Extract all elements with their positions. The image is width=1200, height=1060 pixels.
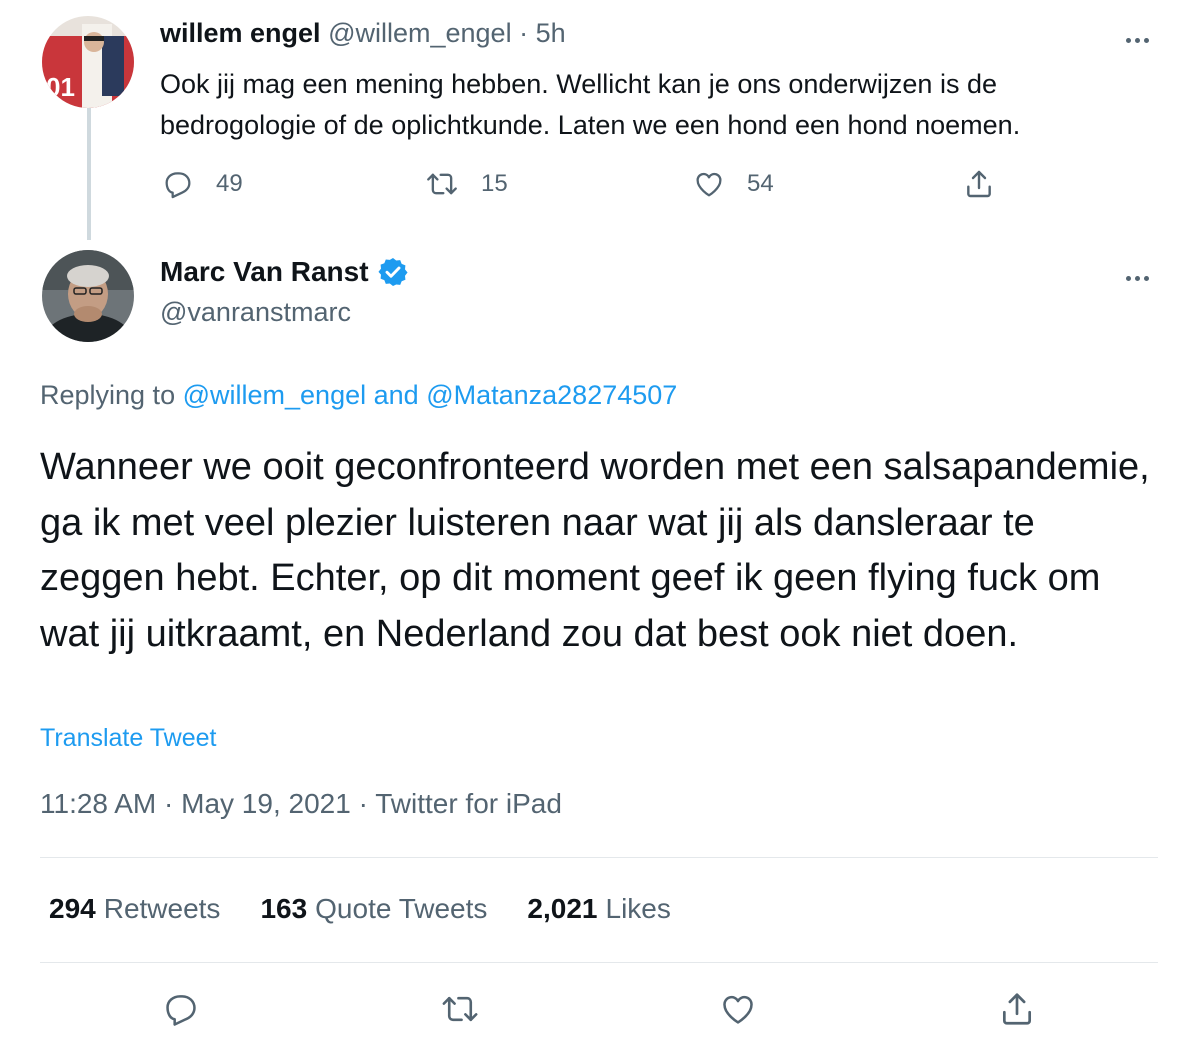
retweets-label: Retweets [103, 893, 221, 924]
main-reply-button[interactable] [162, 990, 200, 1028]
translate-tweet-link[interactable]: Translate Tweet [40, 724, 216, 753]
main-author-handle[interactable]: @vanranstmarc [160, 297, 351, 328]
parent-like-count: 54 [747, 170, 774, 197]
reply-icon [165, 172, 191, 199]
quotes-label: Quote Tweets [315, 893, 488, 924]
tweet-source[interactable]: Twitter for iPad [375, 788, 562, 819]
parent-tweet-text: Ook jij mag een mening hebben. Wellicht … [160, 69, 1021, 140]
replying-and: and [373, 380, 419, 410]
main-like-button[interactable] [719, 990, 757, 1028]
retweet-icon [442, 996, 478, 1022]
like-icon [696, 172, 722, 197]
parent-avatar[interactable]: 01 [42, 16, 134, 108]
parent-author-name[interactable]: willem engel [160, 18, 321, 48]
retweets-stat[interactable]: 294 Retweets [49, 893, 220, 925]
meta-separator: · [358, 788, 368, 819]
main-retweet-button[interactable] [440, 990, 480, 1028]
thread-line [87, 108, 91, 240]
retweet-icon [427, 173, 457, 195]
parent-separator: · [519, 18, 529, 48]
reply-icon [166, 995, 196, 1026]
share-icon [967, 170, 991, 198]
likes-label: Likes [605, 893, 671, 924]
parent-like-button[interactable]: 54 [693, 168, 774, 200]
parent-reply-count: 49 [216, 170, 243, 197]
divider-bottom [40, 962, 1158, 963]
meta-separator: · [164, 788, 174, 819]
divider-top [40, 857, 1158, 858]
replying-prefix: Replying to [40, 380, 176, 410]
parent-author-line: willem engel @willem_engel · 5h [160, 18, 566, 49]
parent-reply-button[interactable]: 49 [162, 168, 243, 200]
svg-text:01: 01 [46, 72, 75, 102]
main-tweet-text: Wanneer we ooit geconfronteerd worden me… [40, 446, 1150, 655]
replying-user-2[interactable]: @Matanza28274507 [426, 380, 677, 410]
likes-count: 2,021 [527, 893, 598, 924]
parent-more-icon[interactable] [1126, 30, 1166, 50]
like-icon [723, 995, 753, 1024]
share-icon [1002, 993, 1032, 1025]
engagement-stats: 294 Retweets 163 Quote Tweets 2,021 Likes [49, 893, 671, 925]
parent-time[interactable]: 5h [536, 18, 566, 48]
parent-author-handle[interactable]: @willem_engel [328, 18, 512, 48]
main-author-line: Marc Van Ranst [160, 256, 409, 288]
quote-tweets-stat[interactable]: 163 Quote Tweets [260, 893, 487, 925]
tweet-meta: 11:28 AM · May 19, 2021 · Twitter for iP… [40, 788, 562, 820]
parent-retweet-button[interactable]: 15 [425, 168, 508, 200]
replying-to: Replying to @willem_engel and @Matanza28… [40, 380, 677, 411]
verified-badge-icon [377, 258, 408, 286]
parent-share-button[interactable] [963, 168, 995, 200]
main-share-button[interactable] [998, 990, 1036, 1028]
main-avatar[interactable] [42, 250, 134, 342]
tweet-date[interactable]: May 19, 2021 [181, 788, 351, 819]
retweets-count: 294 [49, 893, 96, 924]
main-more-icon[interactable] [1126, 268, 1166, 288]
likes-stat[interactable]: 2,021 Likes [527, 893, 670, 925]
parent-retweet-count: 15 [481, 170, 508, 197]
quotes-count: 163 [260, 893, 308, 924]
tweet-time[interactable]: 11:28 AM [40, 788, 156, 819]
main-author-name[interactable]: Marc Van Ranst [160, 256, 369, 288]
replying-user-1[interactable]: @willem_engel [183, 380, 367, 410]
